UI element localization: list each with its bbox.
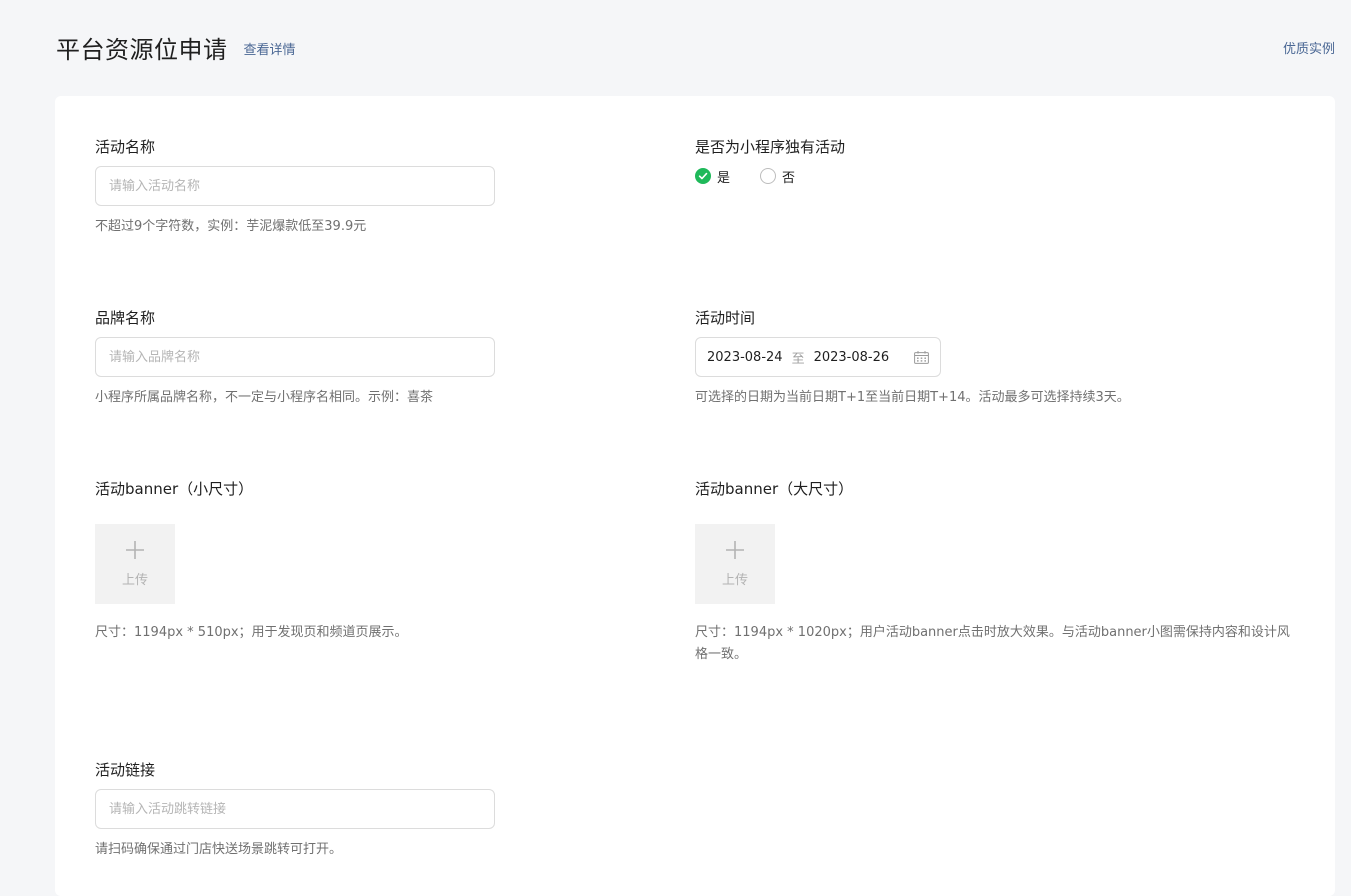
brand-name-label: 品牌名称 <box>95 309 156 327</box>
banner-large-upload[interactable]: 上传 <box>695 524 775 604</box>
end-date[interactable]: 2023-08-26 <box>814 350 890 365</box>
banner-small-upload[interactable]: 上传 <box>95 524 175 604</box>
activity-time-field: 活动时间 2023-08-24 至 2023-08-26 可选择的日期为当前日期… <box>695 307 1130 409</box>
plus-icon <box>126 540 144 563</box>
view-details-link[interactable]: 查看详情 <box>244 39 296 58</box>
activity-name-input[interactable] <box>95 166 495 206</box>
activity-link-input[interactable] <box>95 789 495 829</box>
exclusive-radio-group: 是 否 <box>695 166 845 186</box>
date-range-picker[interactable]: 2023-08-24 至 2023-08-26 <box>695 337 941 377</box>
banner-large-label: 活动banner（大尺寸） <box>695 480 854 498</box>
date-separator: 至 <box>791 351 805 367</box>
brand-name-field: 品牌名称 小程序所属品牌名称，不一定与小程序名相同。示例：喜茶 <box>95 307 495 409</box>
brand-name-input[interactable] <box>95 337 495 377</box>
radio-checked-icon <box>695 168 711 184</box>
banner-large-hint: 尺寸：1194px * 1020px；用户活动banner点击时放大效果。与活动… <box>695 625 1290 662</box>
upload-label: 上传 <box>721 572 748 588</box>
plus-icon <box>726 540 744 563</box>
banner-large-field: 活动banner（大尺寸） 上传 尺寸：1194px * 1020px；用户活动… <box>695 478 1295 666</box>
banner-small-hint: 尺寸：1194px * 510px；用于发现页和频道页展示。 <box>95 625 408 640</box>
page-header: 平台资源位申请 查看详情 优质实例 <box>56 30 1335 64</box>
activity-name-label: 活动名称 <box>95 138 156 156</box>
activity-time-hint: 可选择的日期为当前日期T+1至当前日期T+14。活动最多可选择持续3天。 <box>695 390 1130 405</box>
page-title: 平台资源位申请 <box>56 35 228 64</box>
activity-link-label: 活动链接 <box>95 761 156 779</box>
start-date[interactable]: 2023-08-24 <box>707 350 783 365</box>
upload-label: 上传 <box>121 572 148 588</box>
activity-name-field: 活动名称 不超过9个字符数，实例：芋泥爆款低至39.9元 <box>95 136 495 238</box>
calendar-icon[interactable] <box>914 350 929 364</box>
radio-unchecked-icon <box>760 168 777 184</box>
quality-examples-link[interactable]: 优质实例 <box>1283 38 1335 57</box>
activity-link-field: 活动链接 请扫码确保通过门店快送场景跳转可打开。 <box>95 759 495 861</box>
activity-name-hint: 不超过9个字符数，实例：芋泥爆款低至39.9元 <box>95 219 367 234</box>
activity-time-label: 活动时间 <box>695 309 756 327</box>
radio-yes[interactable]: 是 <box>695 167 730 186</box>
radio-yes-label: 是 <box>717 170 731 186</box>
radio-no[interactable]: 否 <box>760 167 795 186</box>
brand-name-hint: 小程序所属品牌名称，不一定与小程序名相同。示例：喜茶 <box>95 390 434 405</box>
exclusive-activity-field: 是否为小程序独有活动 是 否 <box>695 136 845 186</box>
banner-small-label: 活动banner（小尺寸） <box>95 480 254 498</box>
activity-link-hint: 请扫码确保通过门店快送场景跳转可打开。 <box>95 842 343 857</box>
exclusive-activity-label: 是否为小程序独有活动 <box>695 138 846 156</box>
banner-small-field: 活动banner（小尺寸） 上传 尺寸：1194px * 510px；用于发现页… <box>95 478 408 644</box>
radio-no-label: 否 <box>782 170 796 186</box>
application-form-card: 活动名称 不超过9个字符数，实例：芋泥爆款低至39.9元 是否为小程序独有活动 … <box>55 96 1335 896</box>
